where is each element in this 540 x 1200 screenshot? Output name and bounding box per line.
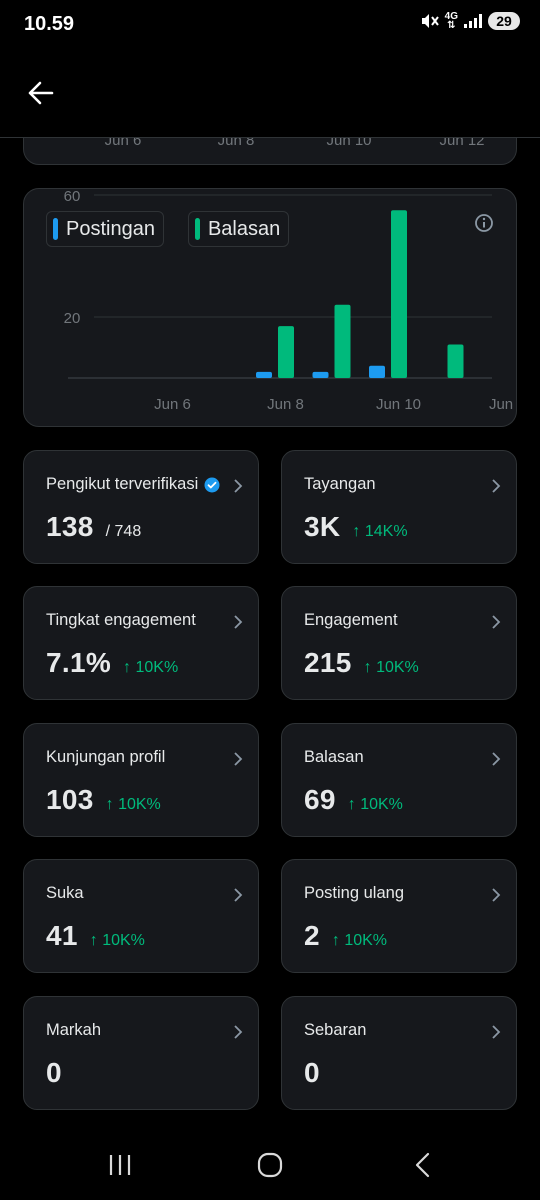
x-tick-label: Jun 12 — [489, 396, 518, 413]
metric-delta: ↑ 10K% — [347, 796, 403, 813]
status-icons: 4G ⇅ 29 — [421, 11, 520, 31]
battery-icon: 29 — [488, 12, 520, 30]
metric-value: 41 — [46, 920, 78, 951]
legend-swatch-postingan — [53, 218, 58, 240]
back-icon[interactable] — [402, 1150, 442, 1180]
chevron-right-icon — [492, 752, 501, 766]
signal-icon — [464, 14, 482, 28]
metric-value-row: 138 / 748 — [46, 511, 141, 543]
metric-value: 215 — [304, 647, 352, 678]
recent-apps-icon[interactable] — [100, 1150, 140, 1180]
chevron-right-icon — [492, 615, 501, 629]
metric-delta: ↑ 10K% — [331, 932, 388, 949]
status-time: 10.59 — [24, 13, 75, 35]
metric-card-tayangan[interactable]: Tayangan 3K ↑ 14K% — [281, 450, 517, 564]
metric-label: Tayangan — [304, 475, 376, 493]
bar-balasan — [278, 326, 294, 378]
metric-card-pengikut-terverifikasi[interactable]: Pengikut terverifikasi 138 / 748 — [23, 450, 259, 564]
bar-postingan — [256, 371, 272, 378]
bar-balasan — [391, 210, 407, 378]
metric-label: Kunjungan profil — [46, 748, 166, 766]
metric-card-markah[interactable]: Markah 0 — [23, 996, 259, 1110]
activity-chart-card: 20 60 Jun 6 Jun 8 Jun 10 Jun 12 Postingan Bal… — [23, 188, 518, 427]
chevron-right-icon — [234, 1025, 243, 1039]
bar-postingan — [369, 365, 385, 378]
metric-value: 2 — [304, 920, 320, 951]
x-tick-label: Jun 6 — [154, 396, 191, 413]
metric-value-row: 3K ↑ 14K% — [304, 511, 408, 543]
bar-balasan — [447, 344, 464, 378]
metric-value-row: 2 ↑ 10K% — [304, 920, 387, 952]
metric-value-row: 7.1% ↑ 10K% — [46, 647, 178, 679]
metric-card-sebaran[interactable]: Sebaran 0 — [281, 996, 517, 1110]
metric-label: Tingkat engagement — [46, 611, 196, 629]
metric-value-row: 103 ↑ 10K% — [46, 784, 161, 816]
metric-value-row: 69 ↑ 10K% — [304, 784, 403, 816]
metric-delta: ↑ 10K% — [123, 659, 179, 676]
metric-value-row: 215 ↑ 10K% — [304, 647, 419, 679]
y-tick-label: 60 — [64, 189, 81, 205]
metric-delta: ↑ 10K% — [105, 796, 161, 813]
metric-value: 103 — [46, 784, 94, 815]
network-4g-icon: 4G ⇅ — [444, 11, 458, 31]
metric-label: Markah — [46, 1021, 102, 1039]
metric-delta: ↑ 10K% — [363, 659, 419, 676]
y-tick-label: 20 — [64, 310, 81, 327]
x-tick-label: Jun 10 — [376, 396, 421, 413]
status-bar: 10.59 4G ⇅ 29 — [0, 0, 540, 52]
metric-delta: ↑ 10K% — [89, 932, 145, 949]
metric-value: 7.1% — [46, 647, 112, 678]
metric-label: Pengikut terverifikasi — [46, 475, 220, 494]
metric-card-suka[interactable]: Suka 41 ↑ 10K% — [23, 859, 259, 973]
metric-total: / 748 — [105, 523, 142, 540]
legend-postingan[interactable]: Postingan — [46, 211, 164, 247]
metric-card-engagement[interactable]: Engagement 215 ↑ 10K% — [281, 586, 517, 700]
arrow-left-icon[interactable] — [24, 78, 58, 108]
metric-label: Suka — [46, 884, 84, 902]
verified-badge-icon — [204, 477, 220, 492]
legend-swatch-balasan — [194, 218, 200, 240]
legend-label: Postingan — [66, 217, 155, 240]
metric-label: Balasan — [304, 748, 364, 766]
metric-label: Posting ulang — [304, 884, 404, 902]
chevron-right-icon — [492, 888, 501, 902]
mute-icon — [421, 14, 439, 28]
metric-label-text: Pengikut terverifikasi — [46, 475, 199, 493]
metric-value: 3K — [304, 511, 341, 542]
system-nav-bar — [0, 1130, 540, 1200]
legend-balasan[interactable]: Balasan — [187, 211, 290, 247]
metric-value: 0 — [46, 1057, 62, 1088]
metric-value: 0 — [304, 1057, 320, 1088]
chevron-right-icon — [234, 479, 243, 493]
metric-card-kunjungan-profil[interactable]: Kunjungan profil 103 ↑ 10K% — [23, 723, 259, 837]
metric-card-posting-ulang[interactable]: Posting ulang 2 ↑ 10K% — [281, 859, 517, 973]
metric-card-balasan[interactable]: Balasan 69 ↑ 10K% — [281, 723, 517, 837]
metric-label: Sebaran — [304, 1021, 367, 1039]
chevron-right-icon — [234, 615, 243, 629]
metric-value-row: 0 — [46, 1057, 62, 1089]
home-icon[interactable] — [250, 1150, 290, 1180]
bar-postingan — [312, 371, 329, 378]
bar-balasan — [334, 304, 351, 378]
metric-delta: ↑ 14K% — [352, 523, 408, 540]
legend-label: Balasan — [207, 217, 281, 240]
chart-legend: Postingan Balasan — [46, 211, 290, 247]
metric-value: 138 — [46, 511, 94, 542]
chevron-right-icon — [234, 752, 243, 766]
info-icon[interactable] — [474, 213, 494, 233]
chevron-right-icon — [492, 479, 501, 493]
metric-value: 69 — [304, 784, 336, 815]
chevron-right-icon — [492, 1025, 501, 1039]
x-tick-label: Jun 8 — [267, 396, 304, 413]
app-header — [0, 52, 540, 138]
metric-card-tingkat-engagement[interactable]: Tingkat engagement 7.1% ↑ 10K% — [23, 586, 259, 700]
metric-value-row: 41 ↑ 10K% — [46, 920, 145, 952]
chevron-right-icon — [234, 888, 243, 902]
metric-label: Engagement — [304, 611, 398, 629]
metric-value-row: 0 — [304, 1057, 320, 1089]
